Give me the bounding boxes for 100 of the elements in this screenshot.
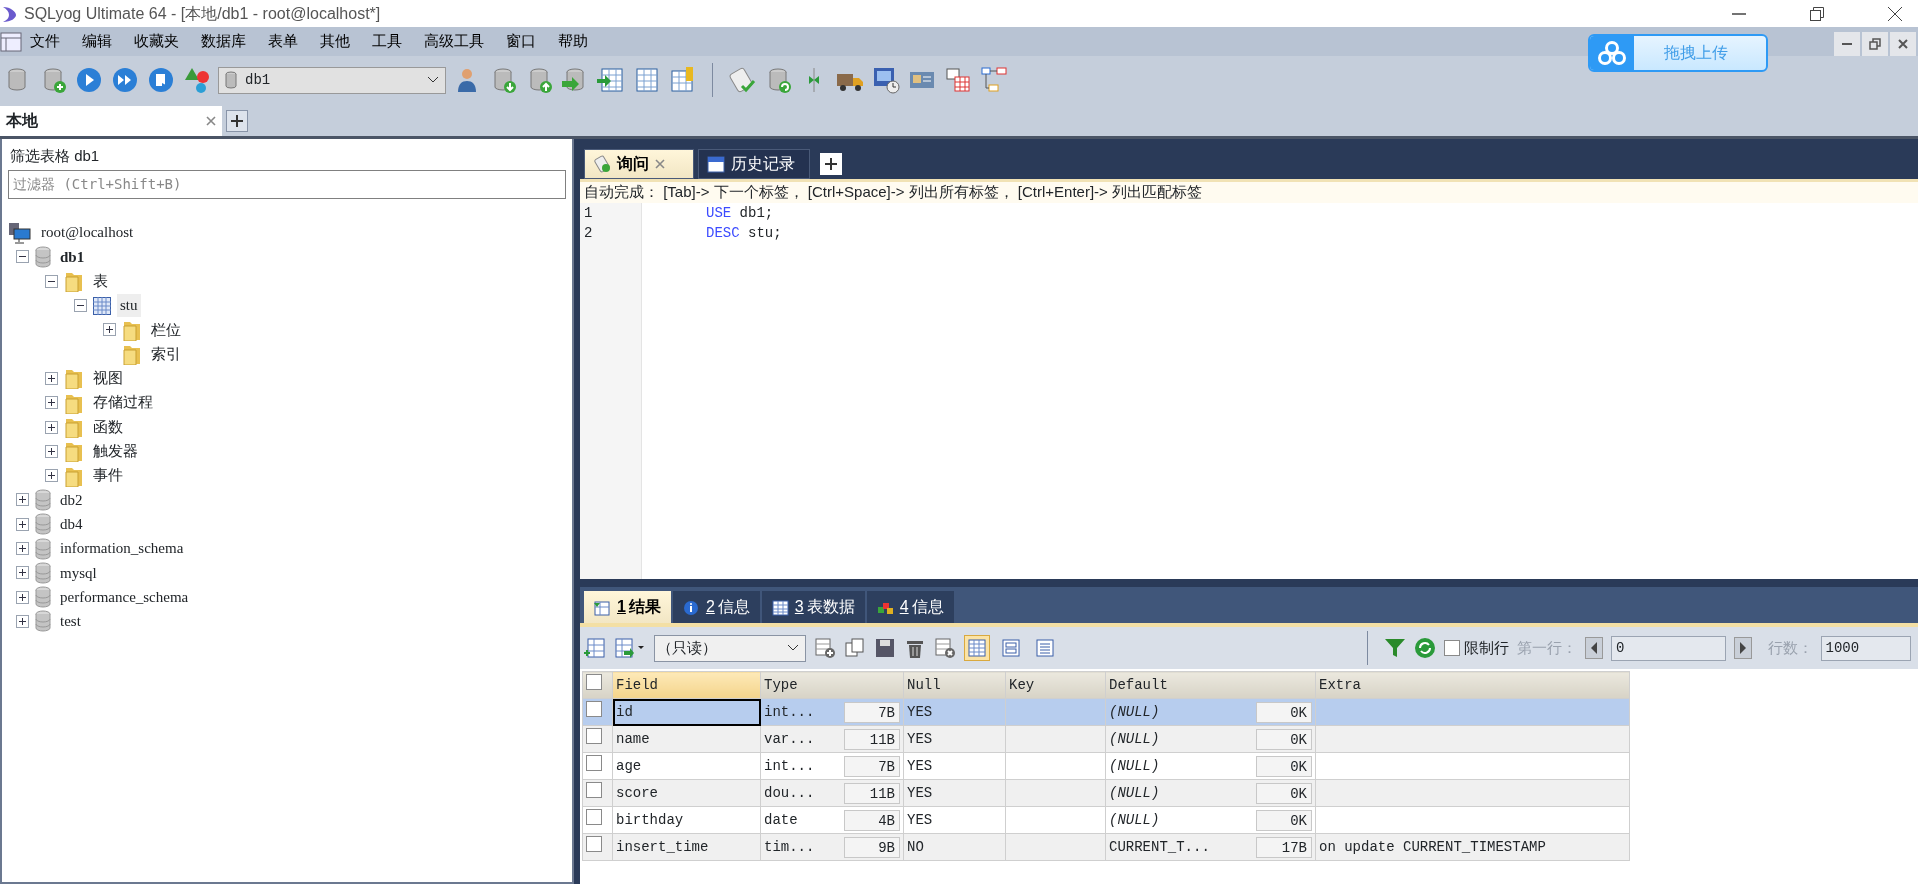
menu-item[interactable]: 收藏夹 [134, 30, 193, 53]
result-tab[interactable]: 2 信息 [672, 591, 760, 623]
column-header[interactable]: Field [612, 671, 761, 699]
expand-toggle[interactable] [16, 542, 29, 555]
query-tab[interactable]: 询问 [584, 149, 694, 179]
table-cell: NO [903, 833, 1006, 861]
folder-icon [64, 416, 84, 438]
menu-item[interactable]: 编辑 [82, 30, 126, 53]
query-tab[interactable]: 历史记录 [698, 149, 810, 179]
mode-select[interactable]: （只读） [654, 634, 806, 662]
close-icon[interactable] [655, 159, 665, 169]
row-checkbox[interactable] [586, 835, 602, 852]
connection-tab[interactable]: 本地 [0, 106, 222, 136]
expand-toggle[interactable] [16, 566, 29, 580]
grid-arrow-icon[interactable] [596, 65, 626, 95]
result-tab[interactable]: 3 表数据 [761, 591, 865, 623]
select-all-checkbox[interactable] [586, 673, 602, 690]
grid-delete-icon[interactable] [934, 637, 956, 659]
tree-item[interactable]: stu [117, 294, 141, 317]
grid-split-icon[interactable] [943, 65, 973, 95]
close-icon[interactable] [206, 116, 216, 126]
next-button[interactable] [1734, 637, 1752, 659]
size-cell: 0K [1256, 701, 1312, 723]
new-query-button[interactable] [820, 153, 842, 175]
column-header[interactable]: Extra [1315, 671, 1630, 699]
menu-item[interactable]: 表单 [268, 30, 312, 53]
menu-item[interactable]: 数据库 [201, 30, 260, 53]
column-header[interactable]: Null [903, 671, 1006, 699]
database-select[interactable]: db1 [218, 66, 446, 94]
tree-item[interactable]: 事件 [90, 464, 126, 487]
menu-item[interactable]: 窗口 [506, 30, 550, 53]
grid-export-icon[interactable] [614, 637, 646, 659]
grid-icon [967, 638, 987, 658]
tree-item[interactable]: performance_schema [57, 585, 192, 609]
menu-item[interactable]: 文件 [30, 30, 74, 53]
diagram-icon[interactable] [979, 65, 1009, 95]
expand-toggle[interactable] [45, 444, 58, 458]
expand-toggle[interactable] [45, 371, 58, 385]
expand-toggle[interactable] [45, 396, 58, 410]
menu-item[interactable]: 帮助 [558, 30, 602, 53]
refresh-icon[interactable] [1414, 637, 1437, 659]
tree-item[interactable]: test [57, 610, 84, 633]
expand-toggle[interactable] [16, 517, 29, 531]
close-button[interactable] [1890, 32, 1916, 56]
tree-item[interactable]: 栏位 [148, 318, 184, 342]
save-icon[interactable] [874, 637, 896, 659]
expand-toggle[interactable] [16, 614, 29, 628]
filter-icon[interactable] [1384, 637, 1407, 659]
row-checkbox[interactable] [586, 700, 602, 717]
collapse-toggle[interactable] [16, 250, 29, 264]
minimize-button[interactable] [1834, 32, 1860, 56]
grid-view-button[interactable] [964, 635, 990, 661]
table-cell: YES [903, 698, 1006, 726]
collapse-toggle[interactable] [74, 299, 87, 313]
row-checkbox[interactable] [586, 727, 602, 744]
expand-toggle[interactable] [16, 590, 29, 604]
grid-add-icon[interactable] [584, 637, 606, 659]
chevron-down-icon [427, 76, 439, 84]
info-icon [682, 598, 700, 616]
tree-item[interactable]: db2 [57, 488, 86, 512]
menu-item[interactable]: 其他 [320, 30, 364, 53]
tree-item[interactable]: db4 [57, 512, 86, 536]
column-header[interactable]: Type [760, 671, 904, 699]
result-tab[interactable]: 1 结果 [584, 591, 671, 623]
tree-item[interactable]: mysql [57, 561, 100, 585]
result-tab[interactable]: 4 信息 [866, 591, 954, 623]
tree-item[interactable]: root@localhost [38, 221, 137, 244]
row-count-field[interactable]: 1000 [1820, 635, 1911, 661]
row-checkbox[interactable] [586, 754, 602, 771]
menu-item[interactable]: 工具 [372, 30, 416, 53]
first-row-field[interactable]: 0 [1611, 635, 1726, 661]
tree-item[interactable]: 视图 [90, 367, 126, 390]
expand-toggle[interactable] [16, 493, 29, 507]
expand-toggle[interactable] [45, 469, 58, 483]
play-icon[interactable] [74, 65, 104, 95]
previous-button[interactable] [1585, 637, 1603, 659]
tree-item[interactable]: 索引 [148, 342, 184, 366]
menu-item[interactable]: 高级工具 [424, 30, 498, 53]
row-checkbox[interactable] [586, 808, 602, 825]
collapse-toggle[interactable] [45, 274, 58, 288]
column-header[interactable]: Key [1005, 671, 1106, 699]
column-header[interactable]: Default [1105, 671, 1316, 699]
tree-item[interactable]: 表 [90, 270, 111, 293]
tree-item[interactable]: information_schema [57, 537, 187, 560]
tree-item[interactable]: 函数 [90, 415, 126, 439]
table-cell: YES [903, 752, 1006, 780]
expand-toggle[interactable] [103, 323, 116, 337]
new-tab-button[interactable] [226, 110, 248, 132]
fast-forward-icon[interactable] [110, 65, 140, 95]
grid-plus-icon[interactable] [814, 637, 836, 659]
filter-field[interactable]: 过滤器 (Ctrl+Shift+B) [8, 169, 566, 199]
row-checkbox[interactable] [586, 781, 602, 798]
tree-item[interactable]: db1 [57, 245, 88, 269]
copy-icon[interactable] [844, 637, 866, 659]
expand-toggle[interactable] [45, 420, 58, 434]
monitor-clock-icon[interactable] [871, 65, 901, 95]
limit-checkbox[interactable] [1444, 640, 1461, 656]
tree-item[interactable]: 触发器 [90, 440, 141, 463]
window-menu-icon[interactable] [0, 31, 22, 52]
tree-item[interactable]: 存储过程 [90, 391, 156, 414]
